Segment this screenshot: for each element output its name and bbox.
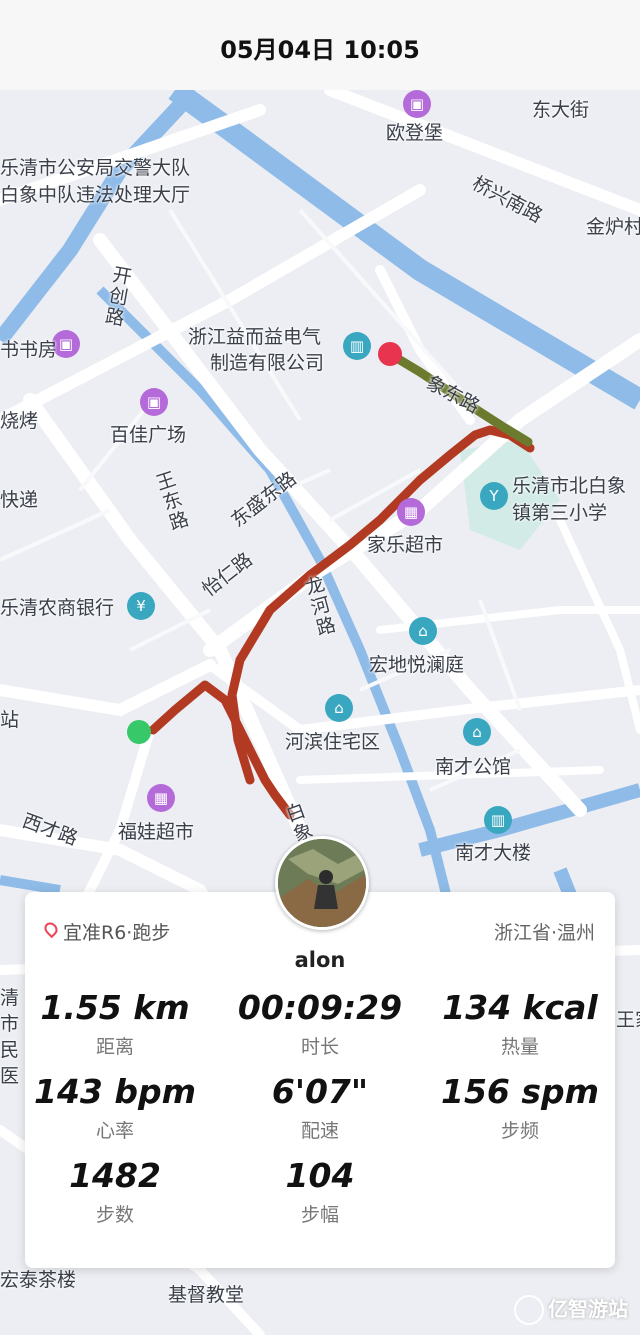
device-label: 宜准R6·跑步	[41, 918, 170, 945]
stat-heart-rate: 143 bpm 心率	[33, 1072, 196, 1142]
map-label: 快递	[0, 489, 39, 511]
stat-cadence: 156 spm 步频	[440, 1072, 600, 1142]
stat-duration: 00:09:29 时长	[237, 988, 403, 1058]
avatar[interactable]	[275, 836, 369, 930]
map-label: 烧烤	[0, 410, 39, 432]
map-label: 制造有限公司	[210, 352, 325, 374]
watermark-logo-icon	[514, 1295, 544, 1325]
username: alon	[294, 948, 346, 972]
stat-steps: 1482 步数	[69, 1156, 161, 1226]
stat-pace: 6'07" 配速	[271, 1072, 369, 1142]
building-icon: ▥	[484, 806, 512, 834]
map-label: 乐清农商银行	[0, 597, 115, 619]
map-label: 乐清市北白象	[512, 475, 627, 497]
stat-distance: 1.55 km 距离	[40, 988, 190, 1058]
school-icon: Y	[480, 482, 508, 510]
map-label: 福娃超市	[118, 821, 195, 843]
residence-icon: ⌂	[409, 617, 437, 645]
workout-datetime: 05月04日 10:05	[220, 36, 420, 64]
map-label: 河滨住宅区	[285, 731, 381, 753]
map-label: 家乐超市	[367, 534, 444, 556]
status-header: 05月04日 10:05	[0, 0, 640, 90]
stat-stride: 104 步幅	[285, 1156, 355, 1226]
workout-summary-card: 宜准R6·跑步 浙江省·温州 alon 1.55 km 距离 00:09:29 …	[25, 892, 615, 1268]
map-label: 欧登堡	[386, 122, 444, 144]
avatar-photo	[278, 839, 366, 927]
watermark: 亿智游站	[514, 1293, 628, 1325]
supermarket-icon: ▦	[397, 498, 425, 526]
map-label: 南才公馆	[435, 756, 512, 778]
map-label: 白象中队违法处理大厅	[0, 184, 191, 206]
stat-calories: 134 kcal 热量	[442, 988, 598, 1058]
route-start-marker	[127, 720, 151, 744]
map-label: 宏地悦澜庭	[369, 654, 465, 676]
map-label: 基督教堂	[168, 1284, 245, 1306]
map-label: 乐清市公安局交警大队	[0, 157, 191, 179]
building-icon: ▥	[343, 332, 371, 360]
map-label: 书书房	[0, 339, 58, 361]
route-end-marker	[378, 342, 402, 366]
location-pin-icon	[41, 919, 61, 939]
residence-icon: ⌂	[463, 718, 491, 746]
bank-icon: ¥	[127, 592, 155, 620]
supermarket-icon: ▦	[147, 784, 175, 812]
map-label: 镇第三小学	[512, 502, 608, 524]
shopping-bag-icon: ▣	[140, 388, 168, 416]
map-label: 金炉村	[586, 216, 640, 238]
map-label: 南才大楼	[455, 842, 532, 864]
map-label: 浙江益而益电气	[188, 326, 322, 348]
region-label: 浙江省·温州	[493, 922, 595, 944]
shopping-bag-icon: ▣	[403, 90, 431, 118]
map-label: 宏泰茶楼	[0, 1269, 77, 1291]
map-label: 百佳广场	[110, 424, 187, 446]
map-label: 东大街	[532, 99, 590, 121]
residence-icon: ⌂	[325, 694, 353, 722]
map-label: 站	[0, 709, 20, 731]
